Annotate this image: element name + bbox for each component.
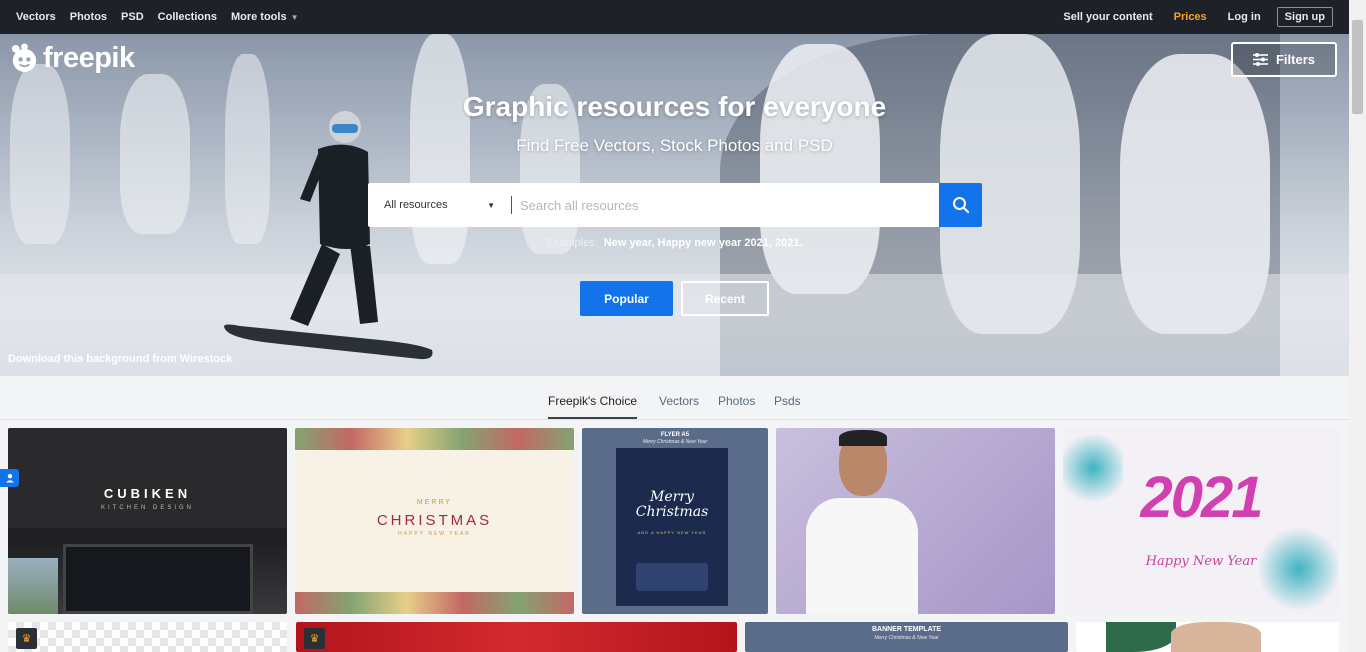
- garland-top: [295, 428, 574, 450]
- leaf-decoration: [1106, 622, 1176, 652]
- sell-content-link[interactable]: Sell your content: [1063, 11, 1152, 23]
- street-view: [8, 558, 58, 614]
- thumbnail-banner-template[interactable]: BANNER TEMPLATE Merry Christmas & New Ye…: [745, 622, 1068, 652]
- christmas-text: CHRISTMAS: [376, 512, 493, 529]
- tab-freepiks-choice[interactable]: Freepik's Choice: [548, 394, 637, 419]
- flyer-label: FLYER A5: [660, 432, 690, 438]
- resource-type-select[interactable]: All resources ▼: [368, 183, 511, 227]
- nav-more-tools[interactable]: More tools ▼: [231, 11, 299, 23]
- search-examples: Examples: New year, Happy new year 2021, …: [0, 237, 1349, 249]
- thumbnail-smiling-man-photo[interactable]: [776, 428, 1055, 614]
- tab-photos[interactable]: Photos: [718, 394, 755, 417]
- top-nav: Vectors Photos PSD Collections More tool…: [0, 0, 1349, 34]
- hero-subtitle: Find Free Vectors, Stock Photos and PSD: [516, 136, 833, 155]
- chevron-down-icon: ▼: [487, 200, 495, 210]
- thumbnail-2021-new-year[interactable]: 2021 Happy New Year: [1063, 428, 1339, 614]
- logo-text: freepik: [43, 42, 135, 74]
- year-text: 2021: [1140, 465, 1263, 530]
- chevron-down-icon: ▼: [290, 13, 299, 22]
- nav-photos[interactable]: Photos: [70, 11, 107, 23]
- premium-crown-icon: ♛: [16, 628, 37, 649]
- background-credit-link[interactable]: Download this background from Wirestock: [8, 353, 232, 365]
- category-tabs: Freepik's Choice Vectors Photos Psds: [0, 376, 1349, 420]
- thumbnail-christmas-flyer[interactable]: FLYER A5 Merry Christmas & New Year Merr…: [582, 428, 768, 614]
- man-shirt: [806, 498, 918, 614]
- recent-button[interactable]: Recent: [681, 281, 769, 316]
- search-input[interactable]: [511, 196, 939, 214]
- popular-button[interactable]: Popular: [580, 281, 673, 316]
- flyer-small-text: AND A HAPPY NEW YEAR: [637, 530, 707, 535]
- flyer-poster: Merry Christmas AND A HAPPY NEW YEAR: [616, 448, 728, 606]
- banner-subtitle: Merry Christmas & New Year: [874, 635, 939, 641]
- background-tree: [760, 44, 880, 294]
- sliders-icon: [1252, 53, 1268, 66]
- search-bar: All resources ▼: [368, 183, 982, 227]
- search-icon: [952, 197, 969, 214]
- garland-bottom: [295, 592, 574, 614]
- signup-button[interactable]: Sign up: [1276, 7, 1333, 27]
- nav-more-tools-label: More tools: [230, 11, 287, 23]
- man-hair: [839, 430, 887, 446]
- year-script-text: Happy New Year: [1145, 554, 1257, 569]
- flyer-gifts: [636, 563, 708, 591]
- hero-title: Graphic resources for everyone: [462, 91, 887, 122]
- nav-psd[interactable]: PSD: [121, 11, 144, 23]
- flyer-subtitle: Merry Christmas & New Year: [642, 439, 708, 445]
- freepik-logo[interactable]: freepik: [9, 42, 135, 75]
- merry-text: MERRY: [416, 499, 453, 506]
- portrait-face: [1171, 622, 1261, 652]
- cubiken-title: CUBIKEN: [103, 486, 192, 501]
- cubiken-subtitle: KITCHEN DESIGN: [100, 505, 194, 511]
- thumbnail-cubiken-storefront[interactable]: CUBIKEN KITCHEN DESIGN: [8, 428, 287, 614]
- thumbnail-merry-christmas-card[interactable]: MERRY CHRISTMAS HAPPY NEW YEAR: [295, 428, 574, 614]
- storefront-sign-area: [8, 428, 287, 528]
- premium-crown-icon: ♛: [304, 628, 325, 649]
- search-button[interactable]: [939, 183, 982, 227]
- resource-type-value: All resources: [384, 199, 448, 211]
- freepik-logo-icon: [11, 43, 37, 73]
- examples-values[interactable]: New year, Happy new year 2021, 2021.: [604, 237, 803, 249]
- happy-new-year-text: HAPPY NEW YEAR: [398, 531, 471, 537]
- banner-label: BANNER TEMPLATE: [871, 626, 942, 633]
- user-icon: [5, 474, 14, 483]
- tab-vectors[interactable]: Vectors: [659, 394, 699, 417]
- page-scrollbar[interactable]: [1349, 0, 1366, 652]
- nav-vectors[interactable]: Vectors: [16, 11, 56, 23]
- storefront-door: [63, 544, 253, 614]
- flyer-script-text: Merry Christmas: [635, 489, 709, 520]
- prices-link[interactable]: Prices: [1174, 11, 1207, 23]
- thumbnail-transparent-resource[interactable]: ♛: [8, 622, 287, 652]
- hero-banner: freepik Filters Graphic resources for ev…: [0, 34, 1349, 376]
- login-link[interactable]: Log in: [1228, 11, 1261, 23]
- filters-button[interactable]: Filters: [1231, 42, 1337, 77]
- scrollbar-thumb[interactable]: [1352, 20, 1363, 114]
- nav-collections[interactable]: Collections: [158, 11, 217, 23]
- thumbnail-portrait-photo[interactable]: [1076, 622, 1339, 652]
- examples-label: Examples:: [546, 237, 598, 249]
- tab-psds[interactable]: Psds: [774, 394, 801, 417]
- feedback-side-tab[interactable]: [0, 469, 19, 487]
- leaf-decoration: [1259, 524, 1339, 614]
- thumbnail-red-banner[interactable]: ♛: [296, 622, 737, 652]
- filters-label: Filters: [1275, 52, 1315, 67]
